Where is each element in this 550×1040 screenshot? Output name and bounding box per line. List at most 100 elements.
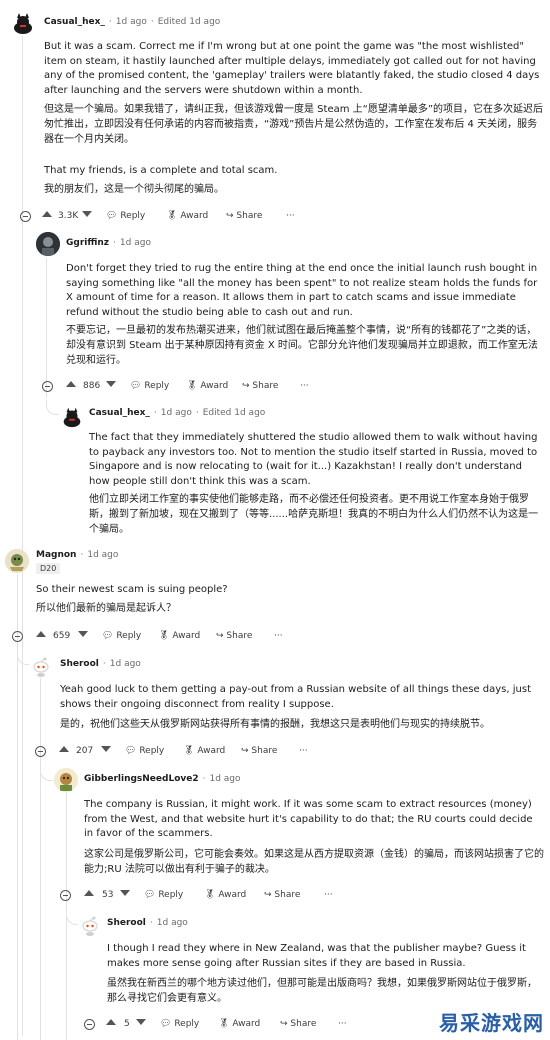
username[interactable]: Casual_hex_	[89, 408, 150, 418]
timestamp: 1d ago	[160, 408, 192, 418]
share-button[interactable]: ↪ Share	[241, 746, 277, 756]
award-button[interactable]: 🏅︎ Award	[186, 381, 228, 391]
avatar[interactable]	[78, 913, 102, 937]
upvote-button[interactable]	[36, 631, 46, 637]
downvote-button[interactable]	[101, 746, 111, 752]
thread-curve-c7	[66, 910, 79, 925]
more-options-button[interactable]: ···	[299, 746, 308, 756]
action-bar: 53 💬︎ Reply 🏅︎ Award ↪ Share ···	[60, 889, 360, 905]
action-bar: 5 💬︎ Reply 🏅︎ Award ↪ Share ···	[84, 1018, 384, 1034]
reply-button[interactable]: 💬︎ Reply	[130, 381, 169, 391]
downvote-icon	[78, 631, 88, 637]
award-icon: 🏅︎	[166, 211, 178, 221]
more-options-button[interactable]: ···	[274, 631, 283, 641]
reply-icon: 💬︎	[106, 211, 118, 221]
award-button[interactable]: 🏅︎ Award	[183, 746, 225, 756]
comment-meta: Casual_hex_ · 1d ago · Edited 1d ago	[89, 408, 266, 418]
username[interactable]: Ggriffinz	[66, 238, 109, 248]
downvote-button[interactable]	[136, 1019, 146, 1025]
collapse-toggle-icon[interactable]	[12, 631, 23, 642]
avatar[interactable]	[60, 405, 84, 429]
comment-body-zh: 但这是一个骗局。如果我错了，请纠正我，但该游戏曾一度是 Steam 上“愿望清单…	[44, 104, 544, 145]
watermark: 易采游戏网	[439, 1011, 544, 1035]
award-icon: 🏅︎	[186, 381, 198, 391]
avatar[interactable]	[29, 654, 53, 678]
comment-meta: Casual_hex_ · 1d ago · Edited 1d ago	[44, 17, 221, 27]
action-bar: 659 💬︎ Reply 🏅︎ Award ↪ Share ···	[12, 630, 312, 646]
collapse-toggle-icon[interactable]	[84, 1019, 95, 1030]
avatar[interactable]	[10, 10, 36, 36]
downvote-button[interactable]	[106, 381, 116, 387]
collapse-toggle-icon[interactable]	[35, 746, 46, 757]
comment-body-en-2: That my friends, is a complete and total…	[44, 165, 278, 176]
upvote-button[interactable]	[106, 1019, 116, 1025]
downvote-button[interactable]	[78, 631, 88, 637]
username[interactable]: Sherool	[60, 659, 99, 669]
collapse-toggle-icon[interactable]	[42, 381, 53, 392]
downvote-icon	[120, 890, 130, 896]
character-avatar-icon	[5, 549, 29, 573]
username[interactable]: Magnon	[36, 550, 76, 560]
character-avatar-icon	[54, 768, 78, 792]
thread-curve-c3	[46, 400, 59, 415]
action-bar: 207 💬︎ Reply 🏅︎ Award ↪ Share ···	[35, 745, 335, 761]
award-button[interactable]: 🏅︎ Award	[218, 1019, 260, 1029]
vote-count: 659	[53, 631, 71, 641]
avatar[interactable]	[36, 232, 60, 256]
award-button[interactable]: 🏅︎ Award	[204, 890, 246, 900]
reply-button[interactable]: 💬︎ Reply	[106, 211, 145, 221]
reply-icon: 💬︎	[144, 890, 156, 900]
share-button[interactable]: ↪ Share	[280, 1019, 316, 1029]
more-options-button[interactable]: ···	[338, 1019, 347, 1029]
comment-meta: Ggriffinz · 1d ago	[66, 238, 151, 248]
more-options-button[interactable]: ···	[300, 381, 309, 391]
avatar[interactable]	[5, 549, 29, 573]
username[interactable]: GibberlingsNeedLove2	[84, 774, 199, 784]
award-button[interactable]: 🏅︎ Award	[166, 211, 208, 221]
upvote-icon	[59, 746, 69, 752]
username[interactable]: Casual_hex_	[44, 17, 105, 27]
upvote-icon	[84, 890, 94, 896]
award-icon: 🏅︎	[204, 890, 216, 900]
avatar[interactable]	[54, 768, 78, 792]
thread-line-c2	[46, 258, 47, 398]
thread-line-c5	[40, 672, 41, 1040]
username[interactable]: Sherool	[107, 918, 146, 928]
share-button[interactable]: ↪ Share	[226, 211, 262, 221]
share-button[interactable]: ↪ Share	[242, 381, 278, 391]
downvote-button[interactable]	[82, 211, 92, 217]
upvote-button[interactable]	[66, 381, 76, 387]
collapse-toggle-icon[interactable]	[60, 890, 71, 901]
share-icon: ↪	[241, 746, 249, 756]
reply-button[interactable]: 💬︎ Reply	[102, 631, 141, 641]
upvote-button[interactable]	[42, 211, 52, 217]
edited-label: Edited 1d ago	[157, 17, 221, 27]
more-options-button[interactable]: ···	[286, 211, 295, 221]
comment-body-en: Don't forget they tried to rug the entir…	[66, 263, 538, 318]
reply-button[interactable]: 💬︎ Reply	[160, 1019, 199, 1029]
upvote-button[interactable]	[84, 890, 94, 896]
upvote-button[interactable]	[59, 746, 69, 752]
comment-meta: Sherool · 1d ago	[107, 918, 188, 928]
timestamp: 1d ago	[109, 659, 141, 669]
comment-meta: Sherool · 1d ago	[60, 659, 141, 669]
reply-button[interactable]: 💬︎ Reply	[144, 890, 183, 900]
more-options-button[interactable]: ···	[324, 890, 333, 900]
share-button[interactable]: ↪ Share	[264, 890, 300, 900]
action-bar: 886 💬︎ Reply 🏅︎ Award ↪ Share ···	[42, 380, 342, 396]
vote-count: 5	[124, 1019, 130, 1029]
award-button[interactable]: 🏅︎ Award	[158, 631, 200, 641]
vote-count: 53	[102, 890, 114, 900]
vote-count: 3.3K	[58, 211, 79, 221]
comment-body-en: Yeah good luck to them getting a pay-out…	[60, 684, 531, 710]
downvote-icon	[101, 746, 111, 752]
share-icon: ↪	[242, 381, 250, 391]
share-button[interactable]: ↪ Share	[216, 631, 252, 641]
snoo-avatar-icon	[33, 657, 49, 677]
comment-meta: Magnon · 1d ago	[36, 550, 119, 560]
user-flair: D20	[36, 563, 61, 574]
collapse-toggle-icon[interactable]	[20, 211, 31, 222]
downvote-button[interactable]	[120, 890, 130, 896]
vote-count: 207	[76, 746, 94, 756]
reply-button[interactable]: 💬︎ Reply	[125, 746, 164, 756]
